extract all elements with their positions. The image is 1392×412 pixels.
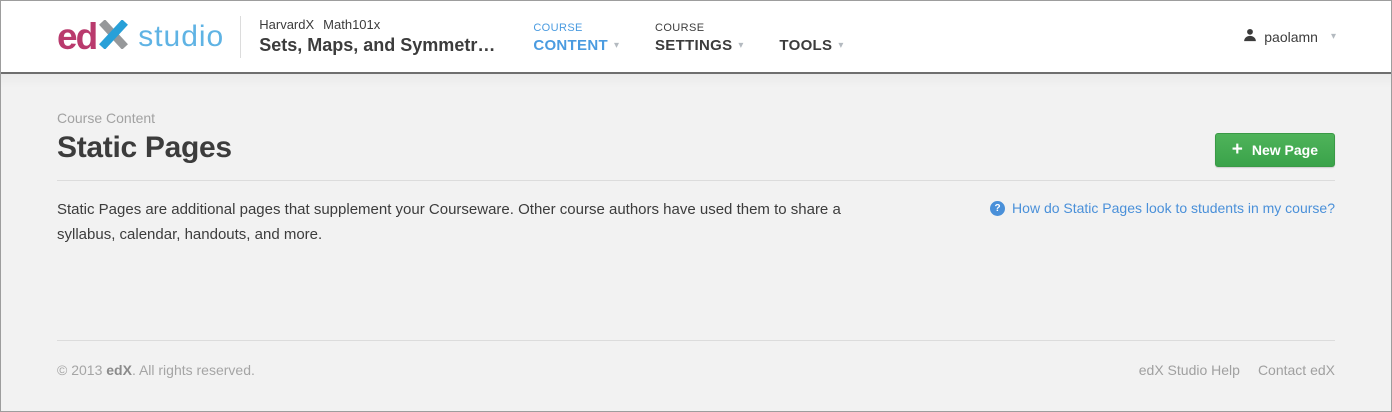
- help-icon: ?: [990, 201, 1005, 216]
- studio-help-link[interactable]: edX Studio Help: [1139, 362, 1240, 378]
- header: ed studio HarvardX Math101x Sets, Maps, …: [1, 1, 1391, 74]
- logo-ed-text: ed: [57, 18, 96, 55]
- page-head: Course Content Static Pages + New Page: [57, 74, 1335, 165]
- logo-studio-text: studio: [138, 22, 224, 52]
- course-meta: HarvardX Math101x: [259, 17, 495, 32]
- intro-section: Static Pages are additional pages that s…: [57, 181, 1335, 248]
- chevron-down-icon: ▾: [738, 41, 743, 51]
- contact-edx-link[interactable]: Contact edX: [1258, 362, 1335, 378]
- edx-x-icon: [98, 20, 129, 54]
- header-divider: [240, 16, 241, 58]
- page-description: Static Pages are additional pages that s…: [57, 198, 869, 248]
- nav-tools[interactable]: TOOLS ▾: [779, 19, 843, 54]
- course-info: HarvardX Math101x Sets, Maps, and Symmet…: [259, 17, 495, 56]
- edx-studio-logo[interactable]: ed studio: [57, 18, 224, 55]
- plus-icon: +: [1232, 140, 1243, 159]
- nav-eyebrow: COURSE: [533, 22, 619, 34]
- user-menu[interactable]: paolamn ▾: [1243, 28, 1336, 45]
- breadcrumb: Course Content: [57, 110, 1335, 126]
- page-title: Static Pages: [57, 131, 1335, 165]
- course-number: Math101x: [323, 17, 380, 32]
- username: paolamn: [1264, 29, 1318, 45]
- copyright: © 2013 edX. All rights reserved.: [57, 362, 255, 378]
- chevron-down-icon: ▾: [1331, 32, 1336, 42]
- nav-course-content[interactable]: COURSE CONTENT ▾: [533, 19, 619, 54]
- chevron-down-icon: ▾: [838, 41, 843, 51]
- nav-label: CONTENT: [533, 37, 608, 54]
- nav-eyebrow: [779, 22, 843, 34]
- footer: © 2013 edX. All rights reserved. edX Stu…: [57, 341, 1335, 378]
- nav-course-settings[interactable]: COURSE SETTINGS ▾: [655, 19, 743, 54]
- footer-links: edX Studio Help Contact edX: [1139, 362, 1335, 378]
- primary-nav: COURSE CONTENT ▾ COURSE SETTINGS ▾ TOOLS…: [533, 19, 843, 54]
- chevron-down-icon: ▾: [614, 41, 619, 51]
- edx-studio-window: ed studio HarvardX Math101x Sets, Maps, …: [0, 0, 1392, 412]
- nav-label: TOOLS: [779, 37, 832, 54]
- help-link[interactable]: ? How do Static Pages look to students i…: [990, 200, 1335, 216]
- course-title: Sets, Maps, and Symmetr…: [259, 35, 495, 56]
- copyright-suffix: . All rights reserved.: [132, 362, 255, 378]
- new-page-button[interactable]: + New Page: [1215, 133, 1335, 167]
- copyright-prefix: © 2013: [57, 362, 106, 378]
- course-org: HarvardX: [259, 17, 314, 32]
- nav-label: SETTINGS: [655, 37, 732, 54]
- main-content: Course Content Static Pages + New Page S…: [1, 74, 1391, 378]
- nav-eyebrow: COURSE: [655, 22, 743, 34]
- user-icon: [1243, 28, 1257, 45]
- help-link-label: How do Static Pages look to students in …: [1012, 200, 1335, 216]
- new-page-button-label: New Page: [1252, 142, 1318, 158]
- edx-brand-link[interactable]: edX: [106, 362, 132, 378]
